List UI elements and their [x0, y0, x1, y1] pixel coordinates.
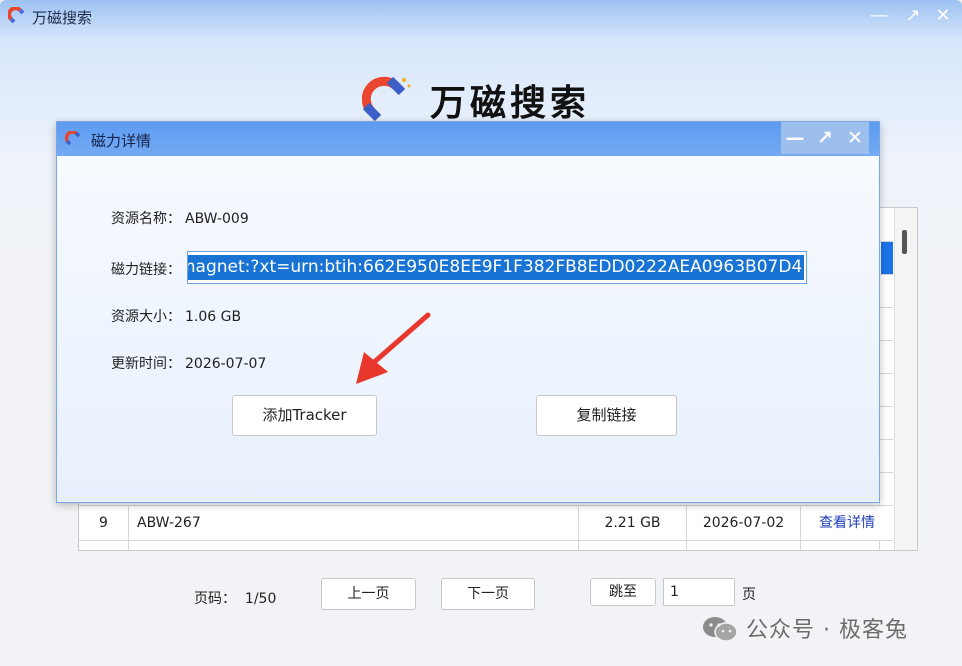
resource-size-label: 资源大小： [111, 309, 181, 325]
watermark: 公众号 · 极客兔 [702, 612, 942, 646]
next-page-button[interactable]: 下一页 [441, 578, 535, 610]
page-current: 1/50 [244, 591, 277, 607]
minimize-icon[interactable]: — [781, 125, 809, 151]
resource-size-field: 资源大小： 1.06 GB [111, 306, 241, 326]
magnet-details-dialog: 磁力详情 — ↗ ✕ 资源名称： ABW-009 磁力链接： magnet:?xt… [56, 121, 880, 503]
row-size [579, 539, 687, 550]
row-name: ABW-267 [129, 506, 579, 540]
wechat-icon [703, 617, 738, 642]
magnet-icon [8, 7, 25, 24]
row-index [79, 539, 129, 550]
resource-size-value: 1.06 GB [185, 309, 242, 325]
resource-name-value: ABW-009 [185, 211, 249, 227]
add-tracker-button[interactable]: 添加Tracker [232, 395, 377, 436]
update-time-value: 2026-07-07 [185, 356, 267, 372]
app-logo: 万磁搜索 [362, 72, 622, 124]
magnet-link-input[interactable]: magnet:?xt=urn:btih:662E950E8EE9F1F382FB… [187, 251, 807, 284]
row-date: 2026-07-02 [687, 506, 801, 540]
close-icon[interactable]: ✕ [930, 4, 956, 28]
titlebar: 万磁搜索 — ↗ ✕ [0, 0, 962, 34]
maximize-icon[interactable]: ↗ [900, 4, 926, 28]
page-label: 页码： [194, 591, 236, 607]
resource-name-field: 资源名称： ABW-009 [111, 208, 249, 228]
vertical-scrollbar[interactable] [894, 208, 917, 550]
row-size: 2.21 GB [579, 506, 687, 540]
pagination: 页码： 1/50 上一页 下一页 跳至 1 页 [0, 576, 962, 616]
jump-button[interactable]: 跳至 [590, 578, 656, 606]
red-arrow-annotation [356, 312, 431, 384]
logo-text: 万磁搜索 [430, 83, 591, 124]
resource-name-label: 资源名称： [111, 211, 181, 227]
magnet-link-label: 磁力链接： [111, 262, 181, 278]
copy-link-button[interactable]: 复制链接 [536, 395, 677, 436]
dialog-titlebar[interactable]: 磁力详情 — ↗ ✕ [57, 122, 879, 156]
watermark-text: 公众号 · 极客兔 [746, 618, 908, 643]
prev-page-button[interactable]: 上一页 [321, 578, 416, 610]
minimize-icon[interactable]: — [866, 4, 892, 28]
page-unit-label: 页 [742, 587, 756, 603]
results-column-edge [879, 208, 894, 550]
update-time-label: 更新时间： [111, 356, 181, 372]
magnet-logo-icon [362, 76, 411, 122]
maximize-icon[interactable]: ↗ [811, 125, 839, 151]
app-title: 万磁搜索 [32, 9, 93, 27]
update-time-field: 更新时间： 2026-07-07 [111, 353, 266, 373]
magnet-link-text: magnet:?xt=urn:btih:662E950E8EE9F1F382FB… [188, 255, 805, 280]
dialog-title: 磁力详情 [91, 132, 152, 150]
close-icon[interactable]: ✕ [841, 125, 869, 151]
table-row[interactable] [79, 539, 893, 550]
view-details-link[interactable]: 查看详情 [801, 506, 893, 540]
dialog-window-controls: — ↗ ✕ [781, 122, 869, 154]
scroll-thumb[interactable] [902, 230, 907, 254]
magnet-icon [65, 131, 81, 146]
row-name [129, 539, 579, 550]
table-row[interactable]: 9 ABW-267 2.21 GB 2026-07-02 查看详情 [79, 505, 893, 541]
page-number-input[interactable]: 1 [663, 578, 735, 606]
page-indicator: 页码： 1/50 [194, 588, 276, 608]
row-index: 9 [79, 506, 129, 540]
row-date [687, 539, 801, 550]
